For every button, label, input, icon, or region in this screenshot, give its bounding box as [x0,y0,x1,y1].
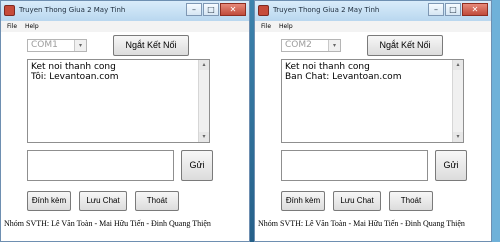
message-input[interactable] [281,150,428,181]
window-controls: – □ ✕ [428,3,488,17]
window-title: Truyen Thong Giua 2 May Tinh [19,6,126,14]
scroll-down-icon[interactable]: ▾ [453,132,463,142]
dropdown-arrow-icon[interactable]: ▾ [328,40,340,51]
com-port-value: COM1 [31,40,58,50]
send-button[interactable]: Gửi [181,150,213,181]
chat-line: Ket noi thanh cong [31,62,116,72]
exit-button[interactable]: Thoát [135,191,179,211]
close-button[interactable]: ✕ [462,3,488,16]
attach-button[interactable]: Đính kèm [27,191,71,211]
scroll-down-icon[interactable]: ▾ [199,132,209,142]
maximize-button[interactable]: □ [445,3,461,16]
scroll-up-icon[interactable]: ▴ [199,60,209,70]
save-chat-button[interactable]: Lưu Chat [333,191,381,211]
chat-scrollbar[interactable]: ▴ ▾ [198,60,209,142]
chat-history[interactable]: Ket noi thanh cong Tôi: Levantoan.com ▴ … [27,59,210,143]
chat-line: Tôi: Levantoan.com [31,72,119,82]
app-icon [4,5,15,16]
minimize-button[interactable]: – [186,3,202,16]
com-port-select[interactable]: COM2 ▾ [281,39,341,52]
window-content: COM1 ▾ Ngắt Kết Nối Ket noi thanh cong T… [1,32,249,241]
title-bar[interactable]: Truyen Thong Giua 2 May Tinh – □ ✕ [1,1,249,22]
attach-button[interactable]: Đính kèm [281,191,325,211]
chat-line: Ban Chat: Levantoan.com [285,72,402,82]
message-input[interactable] [27,150,174,181]
com-port-value: COM2 [285,40,312,50]
menu-help[interactable]: Help [279,21,293,32]
dropdown-arrow-icon[interactable]: ▾ [74,40,86,51]
exit-button[interactable]: Thoát [389,191,433,211]
minimize-button[interactable]: – [428,3,444,16]
chat-window-2: Truyen Thong Giua 2 May Tinh – □ ✕ File … [254,0,492,242]
chat-scrollbar[interactable]: ▴ ▾ [452,60,463,142]
menu-file[interactable]: File [7,21,17,32]
disconnect-button[interactable]: Ngắt Kết Nối [367,35,443,56]
app-icon [258,5,269,16]
scroll-up-icon[interactable]: ▴ [453,60,463,70]
window-controls: – □ ✕ [186,3,246,17]
team-credits: Nhóm SVTH: Lê Văn Toàn - Mai Hữu Tiến - … [258,219,465,228]
chat-line: Ket noi thanh cong [285,62,370,72]
close-button[interactable]: ✕ [220,3,246,16]
chat-window-1: Truyen Thong Giua 2 May Tinh – □ ✕ File … [0,0,250,242]
menu-help[interactable]: Help [25,21,39,32]
team-credits: Nhóm SVTH: Lê Văn Toàn - Mai Hữu Tiến - … [4,219,211,228]
chat-history[interactable]: Ket noi thanh cong Ban Chat: Levantoan.c… [281,59,464,143]
send-button[interactable]: Gửi [435,150,467,181]
desktop-edge-strip [492,0,500,242]
window-title: Truyen Thong Giua 2 May Tinh [273,6,380,14]
save-chat-button[interactable]: Lưu Chat [79,191,127,211]
disconnect-button[interactable]: Ngắt Kết Nối [113,35,189,56]
maximize-button[interactable]: □ [203,3,219,16]
window-content: COM2 ▾ Ngắt Kết Nối Ket noi thanh cong B… [255,32,491,241]
menu-file[interactable]: File [261,21,271,32]
com-port-select[interactable]: COM1 ▾ [27,39,87,52]
title-bar[interactable]: Truyen Thong Giua 2 May Tinh – □ ✕ [255,1,491,22]
